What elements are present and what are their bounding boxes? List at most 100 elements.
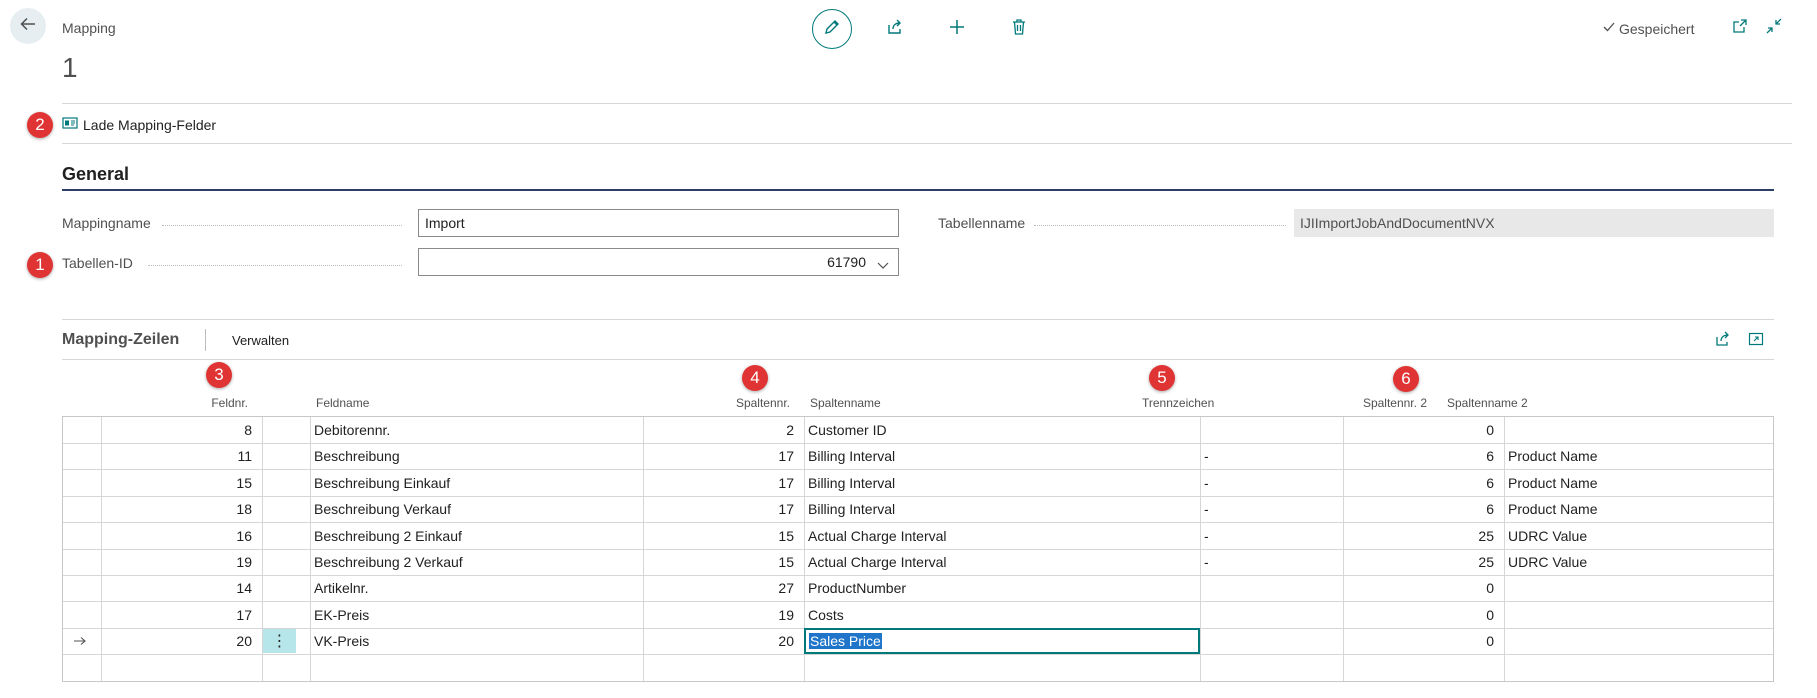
cell-feldnr[interactable]: 19 xyxy=(101,549,262,575)
cell-spaltennr2[interactable]: 25 xyxy=(1343,523,1504,549)
cell-spaltennr2[interactable]: 0 xyxy=(1343,602,1504,628)
table-row[interactable]: 18 Beschreibung Verkauf 17 Billing Interval… xyxy=(63,496,1773,524)
table-row[interactable]: 17 EK-Preis 19 Costs 0 xyxy=(63,602,1773,629)
cell-feldnr[interactable]: 8 xyxy=(101,417,262,443)
cell-spaltenname[interactable]: Actual Charge Interval xyxy=(804,523,1200,549)
new-button[interactable] xyxy=(938,10,976,48)
cell-spaltenname[interactable]: Billing Interval xyxy=(804,496,1200,522)
cell-spaltenname[interactable]: Customer ID xyxy=(804,417,1200,443)
cell-feldname[interactable]: Beschreibung 2 Einkauf xyxy=(310,523,643,549)
lines-title[interactable]: Mapping-Zeilen xyxy=(62,331,179,349)
cell-feldname[interactable]: Artikelnr. xyxy=(310,575,643,601)
cell-spaltennr2[interactable] xyxy=(1343,655,1504,681)
cell-spaltenname2[interactable] xyxy=(1504,655,1773,681)
cell-spaltenname2[interactable] xyxy=(1504,602,1773,628)
open-new-window-button[interactable] xyxy=(1732,18,1748,39)
active-cell-editor[interactable]: Sales Price xyxy=(804,628,1200,655)
cell-spaltenname[interactable]: Billing Interval xyxy=(804,443,1200,469)
delete-button[interactable] xyxy=(1000,10,1038,48)
cell-spaltennr[interactable]: 19 xyxy=(643,602,804,628)
cell-spaltennr2[interactable]: 0 xyxy=(1343,417,1504,443)
lines-expand-button[interactable] xyxy=(1748,331,1764,352)
back-button[interactable] xyxy=(10,8,46,44)
cell-spaltennr[interactable]: 20 xyxy=(643,628,804,654)
lines-share-button[interactable] xyxy=(1715,331,1731,352)
cell-spaltennr2[interactable]: 0 xyxy=(1343,575,1504,601)
cell-spaltennr2[interactable]: 6 xyxy=(1343,470,1504,496)
cell-feldname[interactable]: Debitorennr. xyxy=(310,417,643,443)
cell-spaltenname2[interactable]: Product Name xyxy=(1504,470,1773,496)
cell-spaltenname[interactable]: Sales Price xyxy=(804,628,1200,655)
cell-spaltenname[interactable]: Billing Interval xyxy=(804,470,1200,496)
cell-spaltennr2[interactable]: 0 xyxy=(1343,628,1504,654)
column-header-feldnr[interactable]: Feldnr. xyxy=(180,396,248,410)
cell-spaltennr[interactable]: 15 xyxy=(643,523,804,549)
cell-feldname[interactable]: Beschreibung 2 Verkauf xyxy=(310,549,643,575)
cell-feldnr[interactable]: 16 xyxy=(101,523,262,549)
column-header-trennzeichen[interactable]: Trennzeichen xyxy=(1142,396,1214,410)
cell-trennzeichen[interactable] xyxy=(1200,575,1343,601)
cell-spaltenname[interactable]: Costs xyxy=(804,602,1200,628)
cell-spaltennr2[interactable]: 6 xyxy=(1343,496,1504,522)
cell-trennzeichen[interactable]: - xyxy=(1200,523,1343,549)
cell-feldnr[interactable]: 20 xyxy=(101,628,262,654)
cell-trennzeichen[interactable]: - xyxy=(1200,443,1343,469)
cell-spaltenname[interactable]: Actual Charge Interval xyxy=(804,549,1200,575)
cell-trennzeichen[interactable] xyxy=(1200,655,1343,681)
column-header-spaltenname[interactable]: Spaltenname xyxy=(810,396,881,410)
cell-spaltennr[interactable]: 17 xyxy=(643,443,804,469)
cell-spaltennr[interactable]: 17 xyxy=(643,496,804,522)
cell-spaltenname2[interactable]: Product Name xyxy=(1504,496,1773,522)
cell-spaltenname[interactable]: ProductNumber xyxy=(804,575,1200,601)
table-row[interactable]: 19 Beschreibung 2 Verkauf 15 Actual Charge … xyxy=(63,549,1773,576)
collapse-button[interactable] xyxy=(1766,18,1782,39)
table-row[interactable]: ⋮ 20 VK-Preis 20 Sales Price 0 xyxy=(63,628,1773,656)
cell-feldnr[interactable] xyxy=(101,655,262,681)
share-button[interactable] xyxy=(876,10,914,48)
cell-feldname[interactable]: Beschreibung Einkauf xyxy=(310,470,643,496)
table-row[interactable]: 11 Beschreibung 17 Billing Interval -6 Produc… xyxy=(63,443,1773,471)
cell-spaltenname2[interactable]: UDRC Value xyxy=(1504,549,1773,575)
cell-feldnr[interactable]: 11 xyxy=(101,443,262,469)
column-header-spaltennr[interactable]: Spaltennr. xyxy=(700,396,790,410)
tabellen-id-input[interactable]: 61790 xyxy=(418,248,899,276)
cell-trennzeichen[interactable]: - xyxy=(1200,496,1343,522)
load-mapping-fields-action[interactable]: Lade Mapping-Felder xyxy=(62,116,216,133)
cell-spaltennr2[interactable]: 25 xyxy=(1343,549,1504,575)
chevron-down-icon[interactable] xyxy=(877,257,889,273)
cell-spaltennr[interactable]: 2 xyxy=(643,417,804,443)
cell-spaltenname2[interactable] xyxy=(1504,417,1773,443)
edit-button[interactable] xyxy=(812,9,852,49)
column-header-spaltennr2[interactable]: Spaltennr. 2 xyxy=(1310,396,1427,410)
cell-spaltennr[interactable]: 15 xyxy=(643,549,804,575)
cell-spaltenname2[interactable] xyxy=(1504,575,1773,601)
cell-trennzeichen[interactable]: - xyxy=(1200,549,1343,575)
cell-spaltenname2[interactable]: UDRC Value xyxy=(1504,523,1773,549)
cell-trennzeichen[interactable] xyxy=(1200,628,1343,654)
cell-feldname[interactable]: Beschreibung Verkauf xyxy=(310,496,643,522)
table-row[interactable] xyxy=(63,655,1773,681)
cell-spaltenname2[interactable]: Product Name xyxy=(1504,443,1773,469)
cell-feldname[interactable] xyxy=(310,655,643,681)
cell-spaltenname2[interactable] xyxy=(1504,628,1773,654)
mappingname-input[interactable]: Import xyxy=(418,209,899,237)
cell-spaltenname[interactable] xyxy=(804,655,1200,681)
table-row[interactable]: 16 Beschreibung 2 Einkauf 15 Actual Charge … xyxy=(63,523,1773,550)
cell-trennzeichen[interactable]: - xyxy=(1200,470,1343,496)
cell-spaltennr2[interactable]: 6 xyxy=(1343,443,1504,469)
section-title-general[interactable]: General xyxy=(62,164,129,185)
table-row[interactable]: 15 Beschreibung Einkauf 17 Billing Interval… xyxy=(63,470,1773,497)
cell-spaltennr[interactable]: 17 xyxy=(643,470,804,496)
cell-spaltennr[interactable] xyxy=(643,655,804,681)
cell-feldname[interactable]: EK-Preis xyxy=(310,602,643,628)
cell-feldnr[interactable]: 14 xyxy=(101,575,262,601)
cell-feldnr[interactable]: 17 xyxy=(101,602,262,628)
more-vertical-icon[interactable]: ⋮ xyxy=(263,629,296,654)
cell-feldname[interactable]: Beschreibung xyxy=(310,443,643,469)
cell-spaltennr[interactable]: 27 xyxy=(643,575,804,601)
cell-feldnr[interactable]: 18 xyxy=(101,496,262,522)
cell-trennzeichen[interactable] xyxy=(1200,602,1343,628)
table-row[interactable]: 14 Artikelnr. 27 ProductNumber 0 xyxy=(63,575,1773,603)
cell-feldname[interactable]: VK-Preis xyxy=(310,628,643,654)
column-header-spaltenname2[interactable]: Spaltenname 2 xyxy=(1447,396,1528,410)
